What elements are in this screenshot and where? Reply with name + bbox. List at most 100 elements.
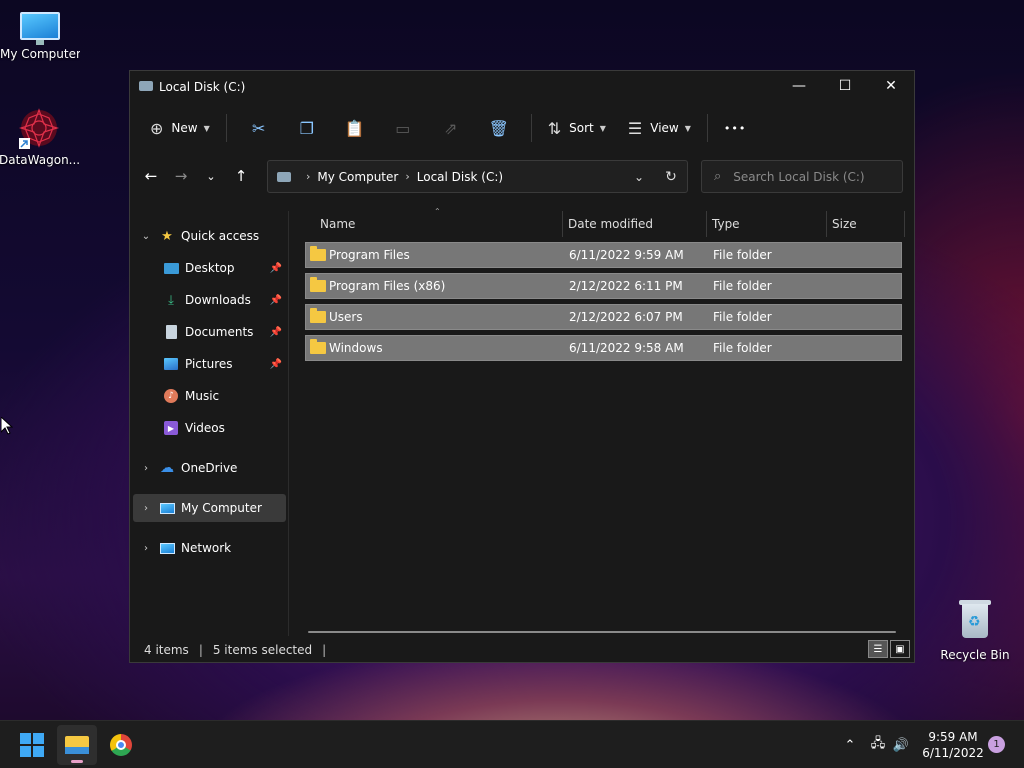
nav-item-downloads[interactable]: ⤓ Downloads 📌	[133, 286, 286, 314]
column-divider[interactable]	[562, 211, 563, 237]
search-input[interactable]	[733, 169, 884, 184]
clock-time: 9:59 AM	[928, 730, 978, 744]
pin-icon: 📌	[269, 262, 282, 274]
recent-locations-button[interactable]: ⌄	[196, 161, 226, 191]
up-button[interactable]: ↑	[226, 161, 256, 191]
folder-icon	[310, 246, 326, 261]
nav-my-computer[interactable]: › My Computer	[133, 494, 286, 522]
chevron-right-icon[interactable]: ›	[133, 503, 159, 514]
chrome-icon	[110, 734, 132, 756]
close-button[interactable]: ✕	[868, 71, 914, 101]
nav-label: Downloads	[185, 293, 251, 307]
nav-item-videos[interactable]: ▶ Videos	[133, 414, 286, 442]
refresh-icon[interactable]: ↻	[655, 169, 687, 185]
taskbar-chrome[interactable]	[101, 725, 141, 765]
cut-icon[interactable]: ✂	[235, 111, 283, 145]
column-header-name[interactable]: Name	[320, 211, 355, 237]
column-header-type[interactable]: Type	[712, 211, 740, 237]
view-list-icon: ☰	[627, 118, 643, 138]
nav-item-music[interactable]: ♪ Music	[133, 382, 286, 410]
desktop-icon-label: Recycle Bin	[940, 648, 1010, 662]
status-bar: 4 items | 5 items selected | ☰ ▣	[130, 637, 916, 663]
search-icon: ⌕	[714, 169, 722, 184]
start-button[interactable]	[12, 725, 52, 765]
desktop-icon-recycle-bin[interactable]: ♻ Recycle Bin	[935, 598, 1015, 662]
breadcrumb-my-computer[interactable]: My Computer	[317, 170, 398, 184]
network-status-icon[interactable]: 🖧	[866, 734, 890, 756]
nav-quick-access[interactable]: ⌄ ★ Quick access	[133, 222, 286, 250]
title-bar[interactable]: Local Disk (C:) — ☐ ✕	[130, 71, 914, 103]
nav-network[interactable]: › Network	[133, 534, 286, 562]
clock[interactable]: 9:59 AM 6/11/2022	[918, 729, 988, 761]
pin-icon: 📌	[269, 358, 282, 370]
desktop-icon-my-computer[interactable]: My Computer	[0, 12, 80, 61]
search-box[interactable]: ⌕	[701, 160, 903, 193]
chevron-right-icon[interactable]: ›	[133, 463, 159, 474]
sort-icon: ⇅	[547, 118, 562, 138]
minimize-button[interactable]: —	[776, 71, 822, 101]
new-button[interactable]: ⊕ New ▼	[142, 111, 218, 145]
back-button[interactable]: ←	[136, 161, 166, 191]
taskbar: ⌃ 🖧 🔊 9:59 AM 6/11/2022 1	[0, 720, 1024, 768]
table-row[interactable]: Program Files (x86) 2/12/2022 6:11 PM Fi…	[305, 273, 902, 299]
column-divider[interactable]	[904, 211, 905, 237]
file-date: 2/12/2022 6:07 PM	[569, 310, 683, 324]
column-header-date[interactable]: Date modified	[568, 211, 653, 237]
table-row[interactable]: Program Files 6/11/2022 9:59 AM File fol…	[305, 242, 902, 268]
table-row[interactable]: Windows 6/11/2022 9:58 AM File folder	[305, 335, 902, 361]
chevron-right-icon[interactable]: ›	[133, 543, 159, 554]
address-bar[interactable]: › My Computer › Local Disk (C:) ⌄ ↻	[267, 160, 688, 193]
sort-button[interactable]: ⇅ Sort ▼	[540, 111, 614, 145]
table-row[interactable]: Users 2/12/2022 6:07 PM File folder	[305, 304, 902, 330]
horizontal-scrollbar[interactable]	[308, 631, 896, 633]
pictures-icon	[163, 356, 179, 372]
maximize-button[interactable]: ☐	[822, 71, 868, 101]
share-icon[interactable]: ⇗	[427, 111, 475, 145]
address-dropdown-icon[interactable]: ⌄	[623, 170, 655, 184]
nav-label: Pictures	[185, 357, 233, 371]
file-type: File folder	[713, 279, 772, 293]
file-type: File folder	[713, 248, 772, 262]
toolbar-divider	[530, 114, 532, 142]
nav-label: OneDrive	[181, 461, 238, 475]
nav-item-documents[interactable]: Documents 📌	[133, 318, 286, 346]
file-date: 2/12/2022 6:11 PM	[569, 279, 683, 293]
file-list: ⌃ Name Date modified Type Size Program F…	[290, 207, 916, 636]
recycle-bin-icon: ♻	[959, 598, 991, 638]
column-divider[interactable]	[826, 211, 827, 237]
nav-item-desktop[interactable]: Desktop 📌	[133, 254, 286, 282]
pane-divider[interactable]	[288, 211, 289, 636]
copy-icon[interactable]: ❐	[283, 111, 331, 145]
delete-icon[interactable]: 🗑	[475, 111, 523, 145]
mouse-cursor-icon	[1, 417, 13, 435]
music-icon: ♪	[163, 388, 179, 404]
volume-icon[interactable]: 🔊	[890, 738, 912, 753]
column-divider[interactable]	[706, 211, 707, 237]
file-name: Users	[329, 310, 363, 324]
desktop-icon-datawagon[interactable]: DataWagon...	[0, 106, 79, 167]
details-view-icon[interactable]: ☰	[868, 640, 888, 658]
rename-icon[interactable]: ▭	[379, 111, 427, 145]
nav-item-pictures[interactable]: Pictures 📌	[133, 350, 286, 378]
breadcrumb-local-disk[interactable]: Local Disk (C:)	[417, 170, 503, 184]
new-label: New	[171, 121, 198, 135]
show-hidden-icons-icon[interactable]: ⌃	[840, 738, 860, 753]
notification-badge[interactable]: 1	[988, 736, 1005, 753]
sort-ascending-icon: ⌃	[434, 207, 441, 216]
column-header-size[interactable]: Size	[832, 211, 857, 237]
taskbar-file-explorer[interactable]	[57, 725, 97, 765]
chevron-down-icon[interactable]: ⌄	[133, 231, 159, 242]
address-row: ← → ⌄ ↑ › My Computer › Local Disk (C:) …	[130, 153, 914, 199]
nav-label: Network	[181, 541, 232, 555]
windows-logo-icon	[20, 733, 44, 757]
more-options-button[interactable]: •••	[716, 111, 754, 145]
paste-icon[interactable]: 📋	[331, 111, 379, 145]
nav-onedrive[interactable]: › ☁ OneDrive	[133, 454, 286, 482]
view-button[interactable]: ☰ View ▼	[620, 111, 699, 145]
forward-button[interactable]: →	[166, 161, 196, 191]
file-explorer-window: Local Disk (C:) — ☐ ✕ ⊕ New ▼ ✂ ❐ 📋 ▭ ⇗ …	[129, 70, 915, 663]
large-icons-view-icon[interactable]: ▣	[890, 640, 910, 658]
folder-icon	[310, 308, 326, 323]
monitor-icon	[18, 12, 62, 45]
network-icon	[159, 540, 175, 556]
